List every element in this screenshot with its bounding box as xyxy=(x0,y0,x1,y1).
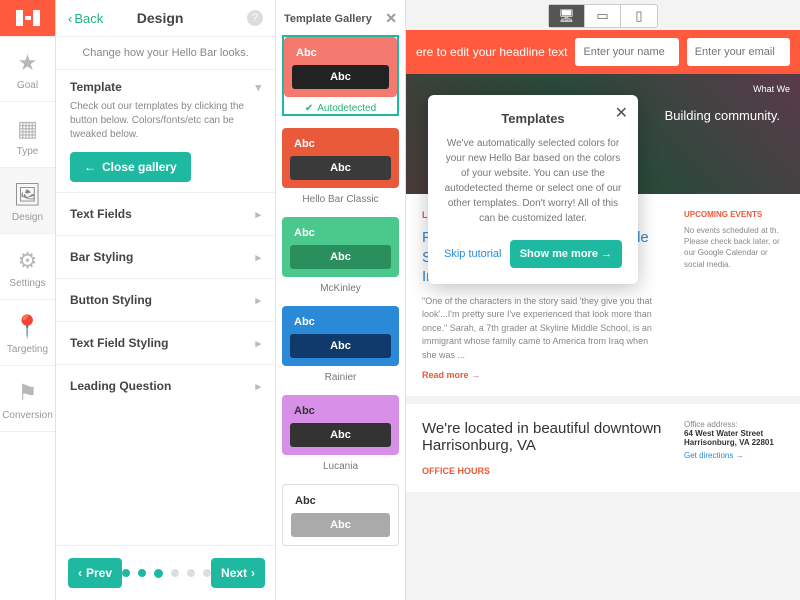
template-autodetected[interactable]: Abc Abc ✔Autodetected xyxy=(282,35,399,116)
nav-rail: ★ Goal ▦ Type 🖼 Design ⚙ Settings 📍 Targ… xyxy=(0,0,56,600)
star-icon: ★ xyxy=(0,50,55,76)
template-white[interactable]: AbcAbc xyxy=(282,484,399,546)
step-dot xyxy=(203,569,211,577)
rail-item-goal[interactable]: ★ Goal xyxy=(0,36,55,102)
chevron-right-icon: › xyxy=(251,566,255,580)
step-dot xyxy=(122,569,130,577)
template-classic[interactable]: AbcAbc Hello Bar Classic xyxy=(282,128,399,205)
chevron-down-icon: ▾ xyxy=(255,81,261,94)
arrow-left-icon: ← xyxy=(84,160,96,174)
skip-tutorial-link[interactable]: Skip tutorial xyxy=(444,248,501,260)
menu-button-styling[interactable]: Button Styling▸ xyxy=(56,278,275,321)
chevron-right-icon: ▸ xyxy=(255,251,261,264)
grid-icon: ▦ xyxy=(0,116,55,142)
events-heading: UPCOMING EVENTS xyxy=(684,210,784,219)
content-sidebar: UPCOMING EVENTS No events scheduled at t… xyxy=(684,210,784,380)
step-dot xyxy=(138,569,146,577)
tutorial-popover: ✕ Templates We've automatically selected… xyxy=(428,95,638,284)
show-more-button[interactable]: Show me more → xyxy=(510,240,622,268)
menu-text-field-styling[interactable]: Text Field Styling▸ xyxy=(56,321,275,364)
template-rainier[interactable]: AbcAbc Rainier xyxy=(282,306,399,383)
template-section: Template ▾ Check out our templates by cl… xyxy=(56,69,275,192)
name-input[interactable] xyxy=(575,38,678,66)
directions-link: Get directions → xyxy=(684,451,784,460)
template-section-title[interactable]: Template ▾ xyxy=(70,80,261,94)
design-sidebar: ‹Back Design ? Change how your Hello Bar… xyxy=(56,0,276,600)
image-icon: 🖼 xyxy=(0,182,55,208)
close-gallery-button[interactable]: ← Close gallery xyxy=(70,152,191,182)
chevron-right-icon: ▸ xyxy=(255,380,261,393)
chevron-left-icon: ‹ xyxy=(78,566,82,580)
help-icon[interactable]: ? xyxy=(247,10,263,26)
rail-label: Conversion xyxy=(0,410,55,421)
prev-button[interactable]: ‹Prev xyxy=(68,558,122,588)
location-block: We're located in beautiful downtown Harr… xyxy=(406,404,800,492)
site-nav-text: What We xyxy=(753,84,790,94)
popover-title: Templates xyxy=(444,111,622,126)
hellobar-logo-icon xyxy=(16,10,40,26)
mobile-icon: ▯ xyxy=(635,8,642,24)
rail-item-conversion[interactable]: ⚑ Conversion xyxy=(0,366,55,432)
rail-label: Type xyxy=(0,146,55,157)
chevron-right-icon: ▸ xyxy=(255,208,261,221)
read-more-link: Read more → xyxy=(422,370,664,380)
template-section-desc: Check out our templates by clicking the … xyxy=(70,100,261,142)
close-icon[interactable]: ✕ xyxy=(615,103,628,123)
template-gallery: Template Gallery ✕ Abc Abc ✔Autodetected… xyxy=(276,0,406,600)
rail-item-design[interactable]: 🖼 Design xyxy=(0,168,55,234)
menu-text-fields[interactable]: Text Fields▸ xyxy=(56,192,275,235)
next-button[interactable]: Next› xyxy=(211,558,265,588)
menu-leading-question[interactable]: Leading Question▸ xyxy=(56,364,275,407)
sidebar-header: ‹Back Design ? xyxy=(56,0,275,37)
device-switcher: 🖥 ▭ ▯ xyxy=(548,4,658,28)
sliders-icon: ⚙ xyxy=(0,248,55,274)
autodetected-badge: ✔Autodetected xyxy=(284,103,397,114)
rail-item-settings[interactable]: ⚙ Settings xyxy=(0,234,55,300)
check-icon: ✔ xyxy=(305,103,313,114)
pin-icon: 📍 xyxy=(0,314,55,340)
device-tablet[interactable]: ▭ xyxy=(585,5,621,27)
chevron-right-icon: ▸ xyxy=(255,337,261,350)
article-body: "One of the characters in the story said… xyxy=(422,295,664,363)
location-title: We're located in beautiful downtown Harr… xyxy=(422,420,664,454)
step-dots xyxy=(122,569,211,578)
chevron-right-icon: ▸ xyxy=(255,294,261,307)
step-dot-current xyxy=(154,569,163,578)
sidebar-footer: ‹Prev Next› xyxy=(56,545,275,600)
popover-footer: Skip tutorial Show me more → xyxy=(444,240,622,268)
device-desktop[interactable]: 🖥 xyxy=(549,5,585,27)
menu-bar-styling[interactable]: Bar Styling▸ xyxy=(56,235,275,278)
template-mckinley[interactable]: AbcAbc McKinley xyxy=(282,217,399,294)
preview-pane: 🖥 ▭ ▯ ere to edit your headline text Wha… xyxy=(406,0,800,600)
flag-icon: ⚑ xyxy=(0,380,55,406)
step-dot xyxy=(171,569,179,577)
sidebar-subtitle: Change how your Hello Bar looks. xyxy=(56,37,275,69)
rail-label: Settings xyxy=(0,278,55,289)
rail-label: Design xyxy=(0,212,55,223)
logo[interactable] xyxy=(0,0,55,36)
rail-label: Targeting xyxy=(0,344,55,355)
tablet-icon: ▭ xyxy=(596,8,608,24)
desktop-icon: 🖥 xyxy=(558,8,575,24)
events-body: No events scheduled at th. Please check … xyxy=(684,225,784,270)
device-mobile[interactable]: ▯ xyxy=(621,5,657,27)
gallery-title: Template Gallery xyxy=(284,13,372,25)
popover-body: We've automatically selected colors for … xyxy=(444,136,622,226)
template-lucania[interactable]: AbcAbc Lucania xyxy=(282,395,399,472)
step-dot xyxy=(187,569,195,577)
office-hours-label: OFFICE HOURS xyxy=(422,466,664,476)
headline-text[interactable]: ere to edit your headline text xyxy=(416,45,567,59)
chevron-left-icon: ‹ xyxy=(68,11,72,26)
hello-bar-preview: ere to edit your headline text xyxy=(406,30,800,74)
address-block: Office address: 64 West Water Street Har… xyxy=(684,420,784,476)
close-icon[interactable]: ✕ xyxy=(385,10,397,27)
email-input[interactable] xyxy=(687,38,790,66)
rail-item-targeting[interactable]: 📍 Targeting xyxy=(0,300,55,366)
sidebar-title: Design xyxy=(73,10,247,26)
rail-label: Goal xyxy=(0,80,55,91)
gallery-header: Template Gallery ✕ xyxy=(282,8,399,35)
rail-item-type[interactable]: ▦ Type xyxy=(0,102,55,168)
